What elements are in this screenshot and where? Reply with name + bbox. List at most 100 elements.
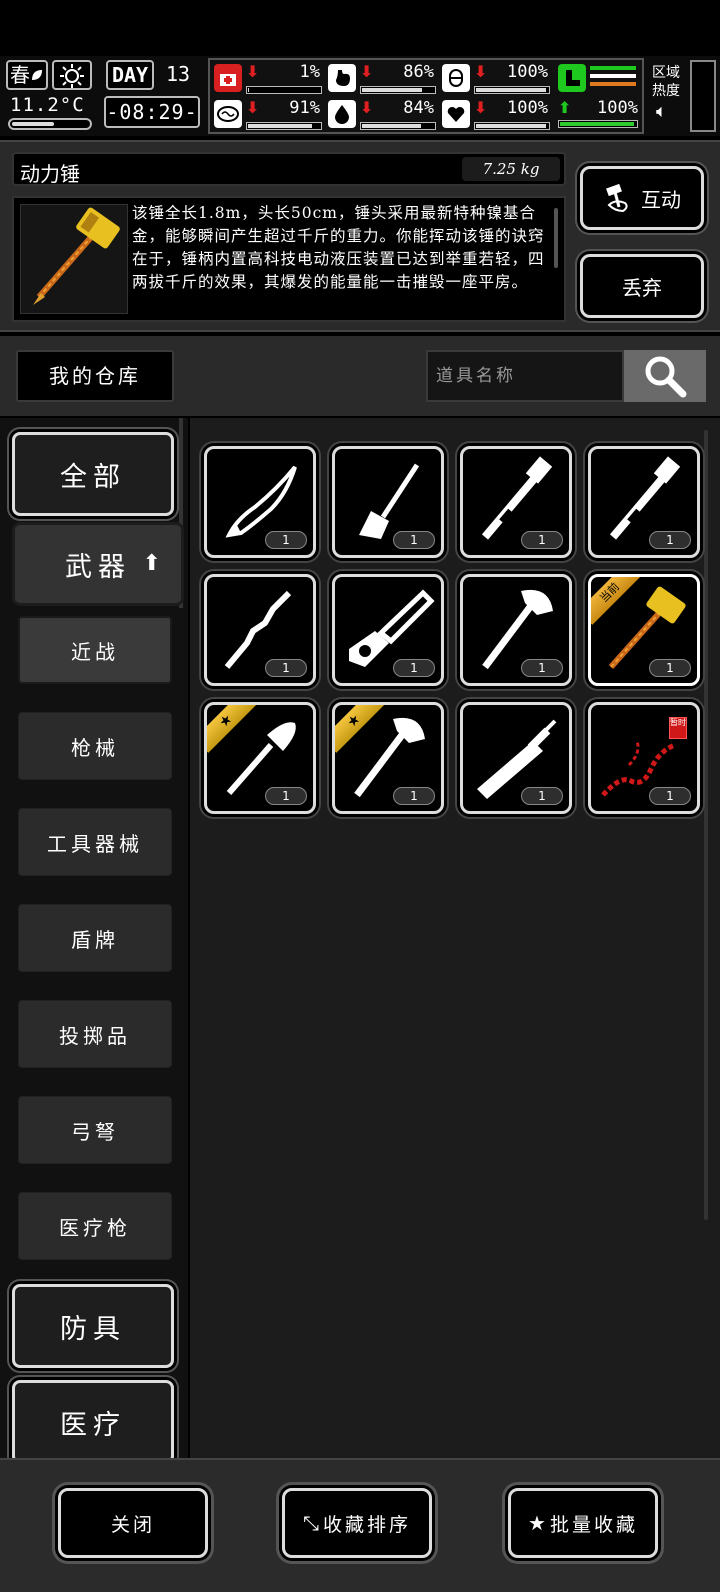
item-slot[interactable]: 1 [460, 574, 572, 686]
item-quantity: 1 [521, 659, 563, 677]
item-quantity: 1 [393, 659, 435, 677]
collapse-arrow-icon: ⬆ [142, 551, 167, 576]
category-medical[interactable]: 医疗 [12, 1380, 174, 1458]
item-quantity: 1 [649, 787, 691, 805]
stomach-icon [328, 64, 356, 92]
hammer-hand-icon [606, 183, 628, 213]
stat-health-bar [248, 88, 249, 92]
item-name-bar: 动力锤 7.25 kg [12, 152, 566, 186]
item-slot[interactable]: ★ 1 [204, 702, 316, 814]
stat-bladder: ⬇ 100% [440, 62, 552, 96]
area-heat-label-line2: 热度 [652, 83, 680, 99]
item-slot[interactable]: 暂时 1 [588, 702, 700, 814]
warehouse-title: 我的仓库 [16, 350, 174, 402]
category-medical-label: 医疗 [60, 1409, 126, 1441]
search-icon [645, 356, 687, 398]
stat-thirst-pct: 84% [403, 98, 434, 118]
bottom-action-bar: 关闭 ⤡ 收藏排序 ★ 批量收藏 [0, 1458, 720, 1592]
item-name: 动力锤 [20, 162, 80, 186]
subcategory-bows[interactable]: 弓弩 [18, 1096, 172, 1164]
subcategory-label: 枪械 [71, 735, 119, 760]
item-slot[interactable]: 1 [332, 446, 444, 558]
category-weapons[interactable]: 武器 ⬆ [12, 522, 184, 606]
stat-mood-bar [476, 124, 546, 128]
item-weight: 7.25 kg [462, 157, 560, 181]
category-weapons-label: 武器 [65, 551, 131, 583]
subcategory-label: 投掷品 [59, 1023, 131, 1048]
interact-button-label: 互动 [641, 187, 681, 212]
area-heat-label-line1: 区域 [652, 65, 680, 81]
category-armor[interactable]: 防具 [12, 1284, 174, 1368]
status-bar-background [0, 0, 720, 56]
subcategory-firearms[interactable]: 枪械 [18, 712, 172, 780]
item-grid: 1 1 1 1 1 1 1 当前 1 ★ 1 ★ 1 1 暂时 1 [190, 418, 720, 1458]
stat-sanity-bar [248, 124, 312, 128]
item-quantity: 1 [521, 787, 563, 805]
trend-up-arrow: ⬆ [558, 98, 572, 117]
item-slot[interactable]: 1 [588, 446, 700, 558]
subcategory-tools[interactable]: 工具器械 [18, 808, 172, 876]
leaf-icon [32, 70, 42, 80]
stat-stamina: ⬆ 100% [556, 62, 642, 132]
item-quantity: 1 [649, 531, 691, 549]
subcategory-shields[interactable]: 盾牌 [18, 904, 172, 972]
stat-hunger-pct: 86% [403, 62, 434, 82]
item-slot[interactable]: ★ 1 [332, 702, 444, 814]
drop-button[interactable]: 丢弃 [580, 254, 704, 318]
item-description-panel: 该锤全长1.8m，头长50cm，锤头采用最新特种镍基合金，能够瞬间产生超过千斤的… [12, 196, 566, 322]
batch-favorite-button[interactable]: ★ 批量收藏 [508, 1488, 658, 1558]
stat-sanity-pct: 91% [289, 98, 320, 118]
temperature-bar [8, 118, 92, 130]
item-description: 该锤全长1.8m，头长50cm，锤头采用最新特种镍基合金，能够瞬间产生超过千斤的… [132, 204, 545, 291]
category-all[interactable]: 全部 [12, 432, 174, 516]
item-thumbnail [20, 204, 128, 314]
item-slot-current[interactable]: 当前 1 [588, 574, 700, 686]
stamina-line-2 [590, 74, 636, 78]
close-button[interactable]: 关闭 [58, 1488, 208, 1558]
description-scrollbar[interactable] [554, 208, 558, 268]
item-slot[interactable]: 1 [204, 574, 316, 686]
stat-sanity: ⬇ 91% [212, 98, 324, 132]
subcategory-medical-guns[interactable]: 医疗枪 [18, 1192, 172, 1260]
subcategory-melee[interactable]: 近战 [18, 616, 172, 684]
sort-arrows-icon: ⤡ [302, 1511, 319, 1535]
category-armor-label: 防具 [60, 1313, 126, 1345]
trend-down-arrow: ⬇ [360, 62, 374, 81]
drop-button-label: 丢弃 [622, 275, 662, 300]
item-slot[interactable]: 1 [204, 446, 316, 558]
subcategory-label: 工具器械 [47, 831, 143, 856]
subcategory-throwables[interactable]: 投掷品 [18, 1000, 172, 1068]
water-drop-icon [328, 100, 356, 128]
trend-down-arrow: ⬇ [474, 98, 488, 117]
search-button[interactable] [624, 350, 706, 402]
stat-hunger-bar [362, 88, 422, 92]
stat-bladder-pct: 100% [507, 62, 548, 82]
subcategory-label: 近战 [71, 639, 119, 664]
stamina-line-1 [590, 66, 636, 70]
interact-button[interactable]: 互动 [580, 166, 704, 230]
sort-favorites-button[interactable]: ⤡ 收藏排序 [282, 1488, 432, 1558]
search-input[interactable] [426, 350, 624, 402]
heart-icon [442, 100, 470, 128]
batch-favorite-label: 批量收藏 [549, 1513, 638, 1536]
item-detail-panel: 动力锤 7.25 kg 该锤全长1.8m，头长50cm，锤头采用最新特种镍基合金… [0, 140, 720, 332]
warehouse-bar: 我的仓库 [0, 336, 720, 416]
category-sidebar: 全部 武器 ⬆ 近战 枪械 工具器械 盾牌 投掷品 弓弩 医疗枪 防具 医疗 [0, 418, 188, 1458]
subcategory-label: 弓弩 [71, 1119, 119, 1144]
item-quantity: 1 [649, 659, 691, 677]
item-slot[interactable]: 1 [332, 574, 444, 686]
stamina-line-3 [590, 82, 636, 86]
item-slot[interactable]: 1 [460, 446, 572, 558]
speaker-icon[interactable]: 🔈︎ [656, 101, 667, 122]
season-label: 春 [10, 63, 30, 87]
subcategory-label: 盾牌 [71, 927, 119, 952]
item-quantity: 1 [265, 531, 307, 549]
stat-hunger: ⬇ 86% [326, 62, 438, 96]
subcategory-label: 医疗枪 [59, 1215, 131, 1240]
item-slot[interactable]: 1 [460, 702, 572, 814]
medkit-icon [214, 64, 242, 92]
area-heat-label: 区域 热度 [652, 64, 680, 100]
stamina-boot-icon [558, 64, 586, 92]
grid-scrollbar[interactable] [704, 430, 708, 1220]
trend-down-arrow: ⬇ [360, 98, 374, 117]
